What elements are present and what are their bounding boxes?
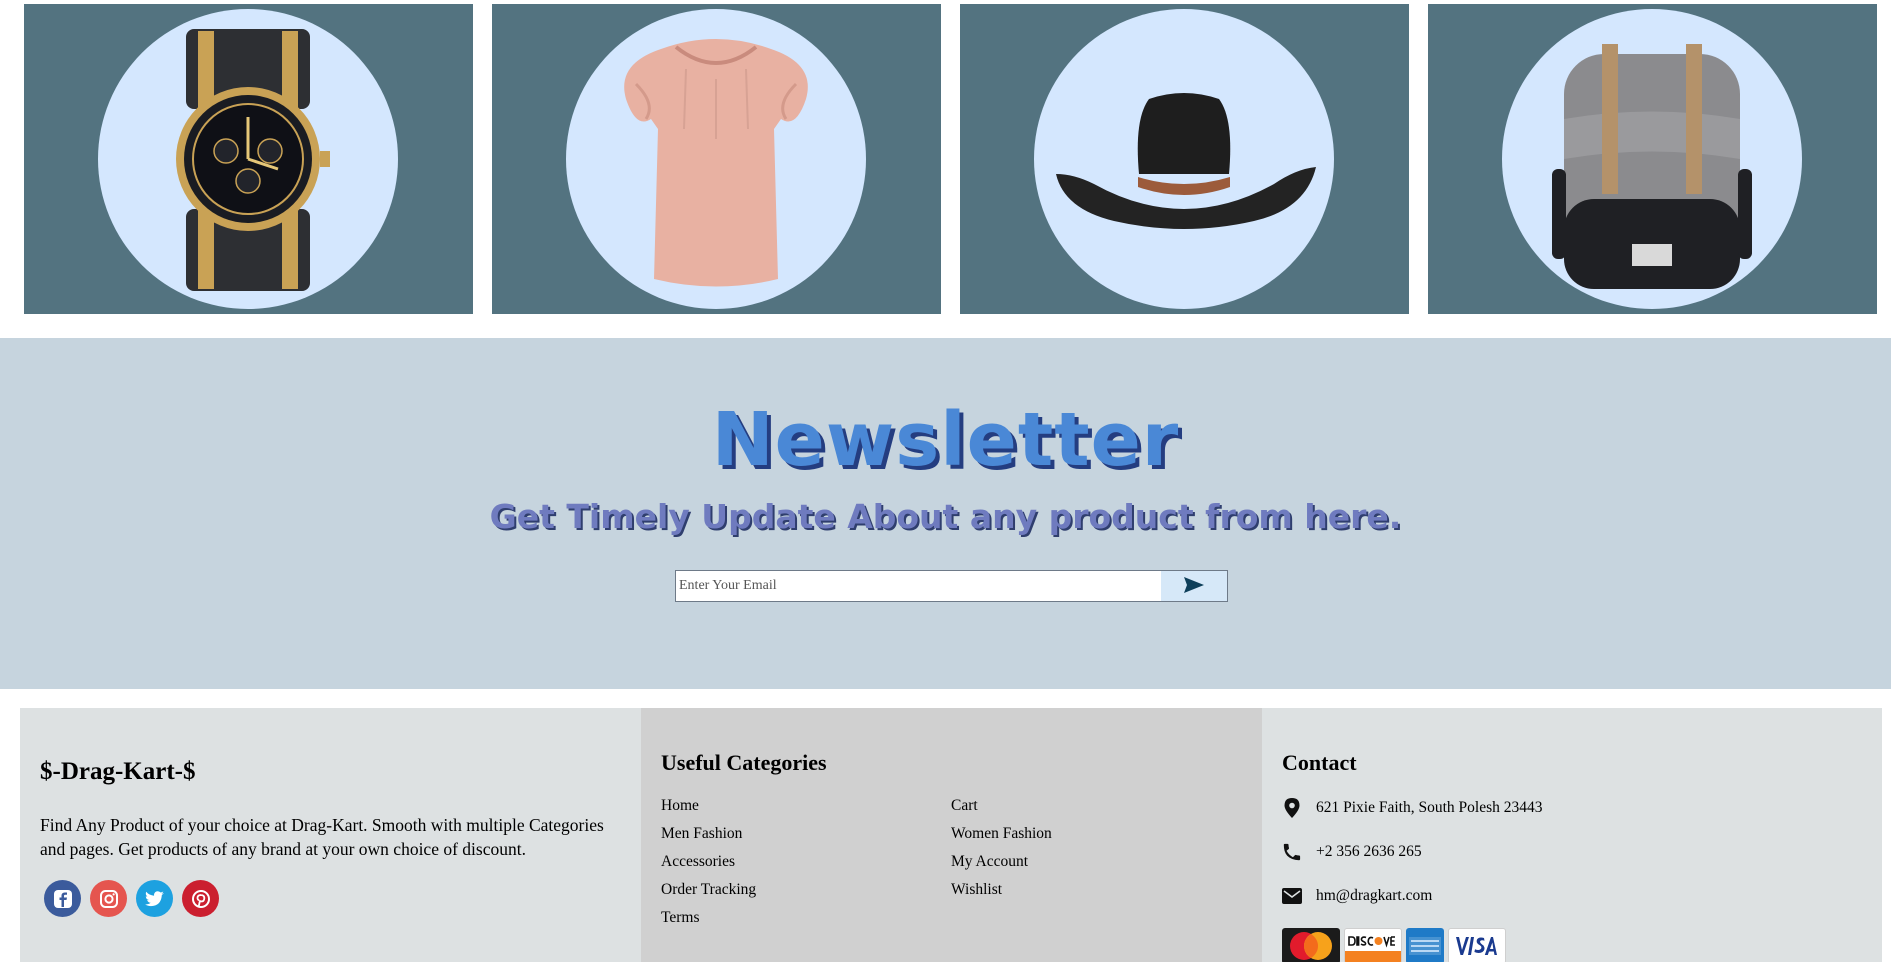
- brand-name: $-Drag-Kart-$: [40, 758, 196, 785]
- about-text: Find Any Product of your choice at Drag-…: [40, 815, 604, 859]
- product-tile-hat[interactable]: [960, 4, 1409, 314]
- discover-logo: [1344, 928, 1402, 962]
- phone-icon: [1282, 842, 1302, 862]
- watch-image[interactable]: [98, 9, 398, 309]
- link-terms[interactable]: Terms: [661, 908, 756, 936]
- visa-logo: [1448, 928, 1506, 962]
- newsletter-title: Newsletter: [711, 397, 1180, 483]
- newsletter-section: Newsletter Get Timely Update About any p…: [0, 338, 1891, 689]
- hat-image[interactable]: [1034, 9, 1334, 309]
- address-text: 621 Pixie Faith, South Polesh 23443: [1316, 799, 1543, 816]
- link-order-tracking[interactable]: Order Tracking: [661, 880, 756, 908]
- product-tile-blouse[interactable]: [492, 4, 941, 314]
- link-women-fashion[interactable]: Women Fashion: [951, 824, 1052, 852]
- newsletter-subtitle: Get Timely Update About any product from…: [489, 497, 1402, 536]
- link-my-account[interactable]: My Account: [951, 852, 1052, 880]
- email-text[interactable]: hm@dragkart.com: [1316, 887, 1432, 905]
- useful-categories-heading: Useful Categories: [661, 750, 827, 775]
- product-tile-backpack[interactable]: [1428, 4, 1877, 314]
- mail-icon: [1282, 886, 1302, 906]
- product-tile-watch[interactable]: [24, 4, 473, 314]
- footer-about: $-Drag-Kart-$ Find Any Product of your c…: [20, 708, 641, 962]
- link-accessories[interactable]: Accessories: [661, 852, 756, 880]
- payment-methods: [1282, 928, 1506, 962]
- amex-logo: [1406, 928, 1444, 962]
- category-links-col2: Cart Women Fashion My Account Wishlist: [951, 796, 1052, 908]
- backpack-image[interactable]: [1502, 9, 1802, 309]
- email-input[interactable]: [676, 571, 1161, 601]
- pinterest-icon[interactable]: [182, 880, 219, 917]
- mastercard-logo: [1282, 928, 1340, 962]
- facebook-icon[interactable]: [44, 880, 81, 917]
- product-tiles: [24, 4, 1878, 314]
- footer-contact: Contact 621 Pixie Faith, South Polesh 23…: [1262, 708, 1882, 962]
- send-arrow-icon: [1183, 576, 1205, 597]
- link-men-fashion[interactable]: Men Fashion: [661, 824, 756, 852]
- link-home[interactable]: Home: [661, 796, 756, 824]
- contact-heading: Contact: [1282, 750, 1357, 775]
- location-pin-icon: [1282, 798, 1302, 818]
- send-button[interactable]: [1161, 571, 1227, 601]
- link-wishlist[interactable]: Wishlist: [951, 880, 1052, 908]
- social-links: [44, 880, 219, 917]
- blouse-image[interactable]: [566, 9, 866, 309]
- instagram-icon[interactable]: [90, 880, 127, 917]
- contact-address: 621 Pixie Faith, South Polesh 23443: [1282, 798, 1543, 818]
- link-cart[interactable]: Cart: [951, 796, 1052, 824]
- category-links-col1: Home Men Fashion Accessories Order Track…: [661, 796, 756, 936]
- contact-email: hm@dragkart.com: [1282, 886, 1432, 906]
- phone-text: +2 356 2636 265: [1316, 843, 1422, 860]
- footer-categories: Useful Categories Home Men Fashion Acces…: [641, 708, 1262, 962]
- contact-phone: +2 356 2636 265: [1282, 842, 1422, 862]
- footer: $-Drag-Kart-$ Find Any Product of your c…: [20, 708, 1882, 962]
- twitter-icon[interactable]: [136, 880, 173, 917]
- newsletter-form: [675, 570, 1228, 602]
